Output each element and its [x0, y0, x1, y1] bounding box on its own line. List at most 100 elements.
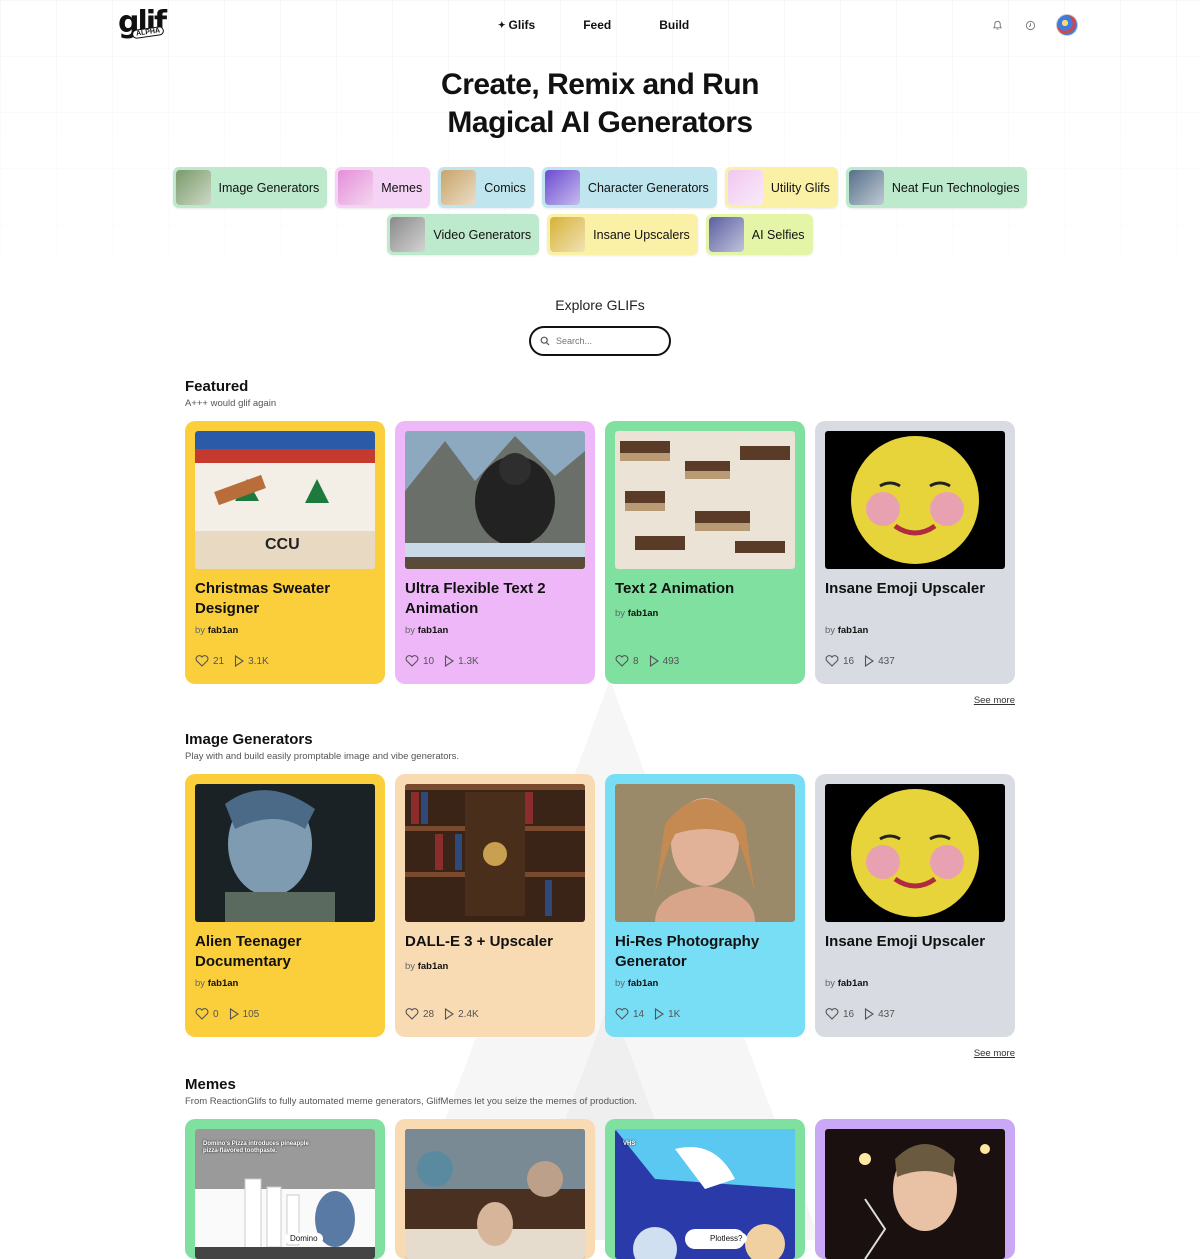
- category-chip[interactable]: Utility Glifs: [724, 167, 838, 208]
- category-thumbnail: [727, 170, 763, 205]
- card-image: [825, 784, 1005, 922]
- card-by-prefix: by: [615, 608, 626, 619]
- category-thumbnail: [338, 170, 374, 205]
- play-icon: [649, 655, 659, 667]
- like-stat[interactable]: 21: [195, 655, 224, 667]
- glif-card[interactable]: VHS Plotless?: [605, 1119, 805, 1259]
- nav-feed[interactable]: Feed: [583, 18, 611, 32]
- user-avatar[interactable]: [1056, 14, 1078, 36]
- glif-card[interactable]: Ultra Flexible Text 2 Animation by fab1an…: [395, 421, 595, 684]
- card-title: Alien Teenager Documentary: [195, 933, 302, 970]
- see-more-link[interactable]: See more: [974, 1048, 1015, 1059]
- card-stats: 16 437: [825, 655, 895, 667]
- category-chip[interactable]: Image Generators: [172, 167, 328, 208]
- like-stat[interactable]: 16: [825, 655, 854, 667]
- category-chip-label: Comics: [484, 180, 526, 195]
- card-stats: 28 2.4K: [405, 1008, 479, 1020]
- like-stat[interactable]: 14: [615, 1008, 644, 1020]
- search-input[interactable]: [556, 336, 656, 346]
- run-stat: 493: [649, 655, 680, 667]
- category-chip[interactable]: Character Generators: [541, 167, 717, 208]
- glif-card[interactable]: Insane Emoji Upscaler by fab1an 16 437: [815, 774, 1015, 1037]
- glif-card[interactable]: Domino's Pizza introduces pineapple pizz…: [185, 1119, 385, 1259]
- run-count: 3.1K: [248, 655, 269, 667]
- heart-icon: [195, 1008, 209, 1020]
- run-stat: 1K: [654, 1008, 680, 1020]
- card-image: VHS Plotless?: [615, 1129, 795, 1259]
- like-stat[interactable]: 28: [405, 1008, 434, 1020]
- like-stat[interactable]: 0: [195, 1008, 219, 1020]
- category-chip[interactable]: Comics: [438, 167, 534, 208]
- category-chip[interactable]: Video Generators: [387, 214, 540, 255]
- glif-card[interactable]: CCU Christmas Sweater Designer by fab1an 21…: [185, 421, 385, 684]
- card-author-name[interactable]: fab1an: [208, 978, 239, 989]
- card-title: Text 2 Animation: [615, 580, 735, 597]
- glif-card[interactable]: Alien Teenager Documentary by fab1an 0 105: [185, 774, 385, 1037]
- see-more-link[interactable]: See more: [974, 695, 1015, 706]
- run-count: 437: [878, 655, 895, 667]
- card-author-name[interactable]: fab1an: [628, 978, 659, 989]
- category-chip[interactable]: Insane Upscalers: [547, 214, 698, 255]
- like-count: 28: [423, 1008, 435, 1020]
- card-by-prefix: by: [405, 961, 416, 972]
- card-image: [405, 1129, 585, 1259]
- card-author-name[interactable]: fab1an: [628, 608, 659, 619]
- bell-icon[interactable]: [990, 18, 1004, 32]
- category-chips-row-1: Image Generators Memes Comics Character Gen…: [0, 167, 1200, 208]
- featured-section: Featured A+++ would glif again CCU Christ…: [185, 378, 1015, 718]
- image-generators-section: Image Generators Play with and build eas…: [185, 731, 1015, 1071]
- card-author-name[interactable]: fab1an: [208, 625, 239, 636]
- category-thumbnail: [390, 217, 426, 252]
- like-count: 0: [213, 1008, 219, 1020]
- like-stat[interactable]: 8: [615, 655, 639, 667]
- glif-card[interactable]: Hi-Res Photography Generator by fab1an 14 1…: [605, 774, 805, 1037]
- nav-build[interactable]: Build: [659, 18, 689, 32]
- section-subtitle: From ReactionGlifs to fully automated me…: [185, 1096, 637, 1107]
- section-subtitle: Play with and build easily promptable im…: [185, 751, 460, 762]
- meme-caption-secondary: Plotless?: [705, 1233, 748, 1244]
- glif-card[interactable]: Text 2 Animation by fab1an 8 493: [605, 421, 805, 684]
- search-box[interactable]: [529, 326, 671, 356]
- play-icon: [229, 1008, 239, 1020]
- card-by-prefix: by: [825, 625, 836, 636]
- section-title: Image Generators: [185, 731, 313, 748]
- run-count: 493: [662, 655, 680, 667]
- category-chip[interactable]: Memes: [335, 167, 431, 208]
- section-title: Featured: [185, 378, 249, 395]
- card-image: CCU: [195, 431, 375, 569]
- nav-glifs[interactable]: ✦ Glifs: [498, 18, 535, 32]
- glif-card[interactable]: DALL-E 3 + Upscaler by fab1an 28 2.4K: [395, 774, 595, 1037]
- card-title: Ultra Flexible Text 2 Animation: [405, 580, 546, 617]
- category-chip[interactable]: Neat Fun Technologies: [845, 167, 1028, 208]
- like-count: 21: [213, 655, 225, 667]
- category-chip[interactable]: AI Selfies: [705, 214, 813, 255]
- card-author-name[interactable]: fab1an: [838, 978, 869, 989]
- like-count: 16: [843, 655, 855, 667]
- run-count: 1.3K: [458, 655, 479, 667]
- glif-card[interactable]: [395, 1119, 595, 1259]
- category-chip-label: Insane Upscalers: [593, 227, 690, 242]
- nav-build-label: Build: [659, 18, 690, 32]
- card-author-name[interactable]: fab1an: [418, 961, 449, 972]
- run-stat: 1.3K: [444, 655, 479, 667]
- clock-icon[interactable]: [1023, 18, 1037, 32]
- category-chip-label: Character Generators: [587, 180, 709, 195]
- card-image: [195, 784, 375, 922]
- card-author-name[interactable]: fab1an: [838, 625, 869, 636]
- like-stat[interactable]: 10: [405, 655, 434, 667]
- glif-card[interactable]: Insane Emoji Upscaler by fab1an 16 437: [815, 421, 1015, 684]
- meme-caption: VHS: [623, 1141, 636, 1147]
- glif-card[interactable]: [815, 1119, 1015, 1259]
- run-stat: 437: [864, 655, 895, 667]
- heart-icon: [615, 655, 629, 667]
- like-stat[interactable]: 16: [825, 1008, 854, 1020]
- card-author-name[interactable]: fab1an: [418, 625, 449, 636]
- top-header: glif ALPHA ✦ Glifs Feed Build: [0, 0, 1200, 50]
- card-image: [615, 784, 795, 922]
- card-by-prefix: by: [405, 625, 416, 636]
- card-by-prefix: by: [825, 978, 836, 989]
- image-generator-cards: Alien Teenager Documentary by fab1an 0 105 D…: [185, 774, 1015, 1037]
- nav-feed-label: Feed: [583, 18, 612, 32]
- meme-cards: Domino's Pizza introduces pineapple pizz…: [185, 1119, 1015, 1259]
- glif-logo[interactable]: glif ALPHA: [118, 8, 172, 42]
